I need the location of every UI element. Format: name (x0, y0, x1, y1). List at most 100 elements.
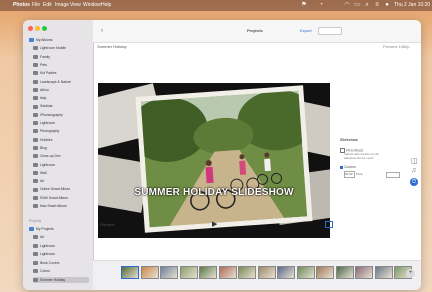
sidebar-item[interactable]: Landscape & Nature (33, 79, 71, 85)
sidebar-item[interactable]: Italy (33, 95, 46, 101)
project-icon (33, 243, 38, 248)
project-icon (33, 260, 38, 265)
sidebar-item-my-projects[interactable]: My Projects (29, 226, 54, 232)
filmstrip-thumbnail[interactable] (121, 266, 139, 279)
folder-icon (29, 227, 34, 232)
smart-album-icon (33, 187, 38, 192)
view-toggle-button[interactable] (318, 27, 342, 35)
export-button[interactable]: Export (300, 28, 312, 33)
sidebar-item[interactable]: Family (33, 54, 50, 60)
menu-image[interactable]: Image (55, 1, 69, 10)
loop-icon[interactable] (325, 221, 333, 228)
sidebar-item[interactable]: Sardinia (33, 103, 52, 109)
time-field[interactable]: 00:00 (344, 171, 355, 178)
filmstrip-thumbnail[interactable] (160, 266, 178, 279)
album-icon (33, 87, 38, 92)
menu-help[interactable]: Help (101, 1, 111, 10)
add-slide-button[interactable]: + (406, 269, 415, 278)
menu-bar: Photos File Edit Image View Window Help … (0, 0, 432, 11)
inspector-heading: Slideshow (340, 138, 358, 142)
minimize-window-button[interactable] (35, 26, 40, 31)
sidebar-item[interactable]: Lightroom (33, 162, 55, 168)
sidebar-project-item[interactable]: Book Covers (33, 260, 59, 266)
album-icon (33, 121, 38, 126)
search-icon[interactable]: ⌕ (364, 2, 370, 8)
sidebar-project-item[interactable]: Colors (33, 268, 50, 274)
sidebar-project-item[interactable]: Summer Holiday (33, 276, 89, 283)
wifi-icon[interactable]: ◠ (344, 2, 350, 8)
sidebar-item[interactable]: Africa (33, 87, 49, 93)
sidebar-item[interactable]: Mac Smart Album (33, 203, 67, 209)
sidebar-project-item[interactable]: Lightroom (33, 243, 55, 249)
projects-heading: Projects (29, 219, 42, 223)
siri-icon[interactable]: ● (384, 2, 390, 8)
sidebar-item[interactable]: RAW Smart Album (33, 195, 68, 201)
sidebar-project-item[interactable]: Art (33, 234, 44, 240)
album-icon (33, 112, 38, 117)
filmstrip-thumbnail[interactable] (277, 266, 295, 279)
album-icon (33, 96, 38, 101)
filmstrip-thumbnail[interactable] (140, 266, 159, 279)
themes-panel-icon[interactable]: ◫ (411, 157, 418, 165)
sidebar-item[interactable]: Lightroom (33, 120, 55, 126)
sidebar-item[interactable]: My Albums (29, 37, 53, 43)
toolbar-title: Projects (247, 28, 263, 33)
sidebar-item[interactable]: Lightroom Mobile (33, 45, 66, 51)
time-unit-label: Time (356, 172, 363, 176)
album-icon (33, 54, 38, 59)
status-flag-icon[interactable]: ⚑ (301, 2, 307, 8)
filmstrip-thumbnail[interactable] (355, 266, 373, 279)
menu-edit[interactable]: Edit (43, 1, 52, 10)
checkbox-checked-icon[interactable] (340, 165, 343, 169)
preview-label: Preview (100, 222, 115, 227)
sidebar-item[interactable]: Pets (33, 62, 47, 68)
filmstrip-thumbnail[interactable] (218, 266, 237, 279)
slideshow-preview[interactable]: SUMMER HOLIDAY SLIDESHOW (98, 83, 330, 238)
control-center-icon[interactable]: ≡ (374, 2, 380, 8)
preview-info: Preview 1080p (383, 44, 410, 49)
filmstrip-thumbnail[interactable] (238, 266, 256, 279)
filmstrip-thumbnail[interactable] (257, 266, 276, 279)
play-icon[interactable]: ▶ (212, 220, 217, 228)
project-icon (33, 269, 38, 274)
filmstrip-thumbnail[interactable] (316, 266, 334, 279)
sidebar-project-item[interactable]: Lightroom (33, 251, 55, 257)
menu-app-name[interactable]: Photos (13, 1, 30, 10)
sidebar-item[interactable]: Kid Parties (33, 70, 56, 76)
back-icon[interactable]: ‹ (101, 28, 103, 34)
duration-panel-icon[interactable]: ⏱ (410, 178, 418, 186)
photos-window: My Albums Lightroom Mobile Family Pets Kid P… (23, 20, 421, 290)
sidebar-item[interactable]: iPhoneography (33, 112, 63, 118)
zoom-window-button[interactable] (42, 26, 47, 31)
sidebar-item[interactable]: Art (33, 178, 44, 184)
filmstrip-thumbnail[interactable] (296, 266, 315, 279)
custom-checkbox[interactable]: Custom (340, 165, 356, 169)
smart-album-icon (33, 204, 38, 209)
folder-icon (29, 38, 34, 43)
smart-album-icon (33, 195, 38, 200)
album-icon (33, 137, 38, 142)
sidebar-item[interactable]: Online Smart Album (33, 186, 70, 192)
album-icon (33, 129, 38, 134)
filmstrip-thumbnail[interactable] (335, 266, 354, 279)
status-clock-icon[interactable]: ◔ (318, 2, 324, 8)
close-window-button[interactable] (28, 26, 33, 31)
battery-icon[interactable]: ▭ (354, 2, 360, 8)
sidebar-item[interactable]: Close-up Dev (33, 153, 61, 159)
filmstrip-thumbnail[interactable] (199, 266, 217, 279)
menu-window[interactable]: Window (83, 1, 101, 10)
project-icon (33, 235, 38, 240)
sidebar-item[interactable]: Blog (33, 145, 47, 151)
sidebar-item[interactable]: Hobbies (33, 137, 52, 143)
filmstrip-thumbnail[interactable] (374, 266, 393, 279)
transition-dropdown[interactable] (386, 172, 400, 178)
sidebar-item[interactable]: Wall (33, 170, 46, 176)
album-icon (33, 179, 38, 184)
sidebar-item[interactable]: Photography (33, 128, 59, 134)
menu-clock[interactable]: Thu 2 Jan 10:20 (394, 1, 430, 10)
filmstrip-thumbnail[interactable] (179, 266, 198, 279)
menu-file[interactable]: File (32, 1, 40, 10)
toolbar: ‹ Projects Export Summer Holiday Preview… (93, 20, 421, 49)
menu-view[interactable]: View (70, 1, 81, 10)
music-panel-icon[interactable]: ♫ (411, 167, 416, 174)
